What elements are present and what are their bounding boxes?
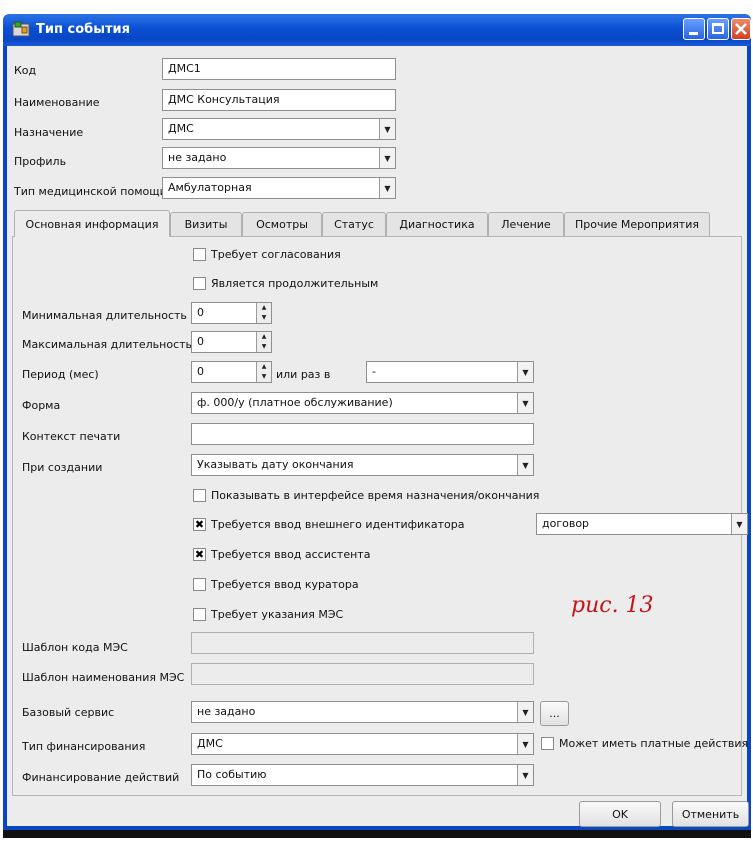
financing-select[interactable]: ДМС ▼ bbox=[191, 733, 534, 755]
min-duration-label: Минимальная длительность bbox=[22, 309, 187, 322]
or-every-label: или раз в bbox=[276, 368, 331, 381]
chevron-down-icon: ▼ bbox=[517, 765, 533, 785]
requires-approval-checkbox[interactable] bbox=[193, 248, 206, 261]
period-spinbox[interactable]: 0 ▲ ▼ bbox=[191, 361, 272, 383]
on-create-select[interactable]: Указывать дату окончания ▼ bbox=[191, 454, 534, 476]
chevron-down-icon: ▼ bbox=[517, 702, 533, 722]
chevron-down-icon: ▼ bbox=[379, 119, 395, 139]
form-select[interactable]: ф. 000/у (платное обслуживание) ▼ bbox=[191, 392, 534, 414]
show-time-label: Показывать в интерфейсе время назначения… bbox=[211, 489, 540, 502]
name-label: Наименование bbox=[14, 96, 100, 109]
print-context-input[interactable] bbox=[191, 423, 534, 445]
on-create-label: При создании bbox=[22, 461, 103, 474]
chevron-down-icon: ▼ bbox=[517, 455, 533, 475]
mes-name-template-input[interactable] bbox=[191, 663, 534, 685]
action-financing-value: По событию bbox=[197, 768, 267, 781]
financing-value: ДМС bbox=[197, 737, 223, 750]
paid-actions-checkbox[interactable] bbox=[541, 737, 554, 750]
ext-id-label: Требуется ввод внешнего идентификатора bbox=[211, 518, 465, 531]
cancel-button[interactable]: Отменить bbox=[672, 801, 749, 827]
window-bottom-edge bbox=[3, 830, 751, 838]
tab-diagnostics[interactable]: Диагностика bbox=[386, 212, 488, 236]
tab-main-info[interactable]: Основная информация bbox=[14, 210, 170, 237]
minimize-button[interactable] bbox=[683, 18, 705, 40]
is-long-checkbox[interactable] bbox=[193, 277, 206, 290]
profile-select[interactable]: не задано ▼ bbox=[162, 147, 396, 169]
ok-button[interactable]: OK bbox=[579, 801, 661, 827]
code-input[interactable]: ДМС1 bbox=[162, 58, 396, 80]
spin-arrows-icon[interactable]: ▲ ▼ bbox=[256, 303, 271, 323]
is-long-label: Является продолжительным bbox=[211, 277, 379, 290]
curator-label: Требуется ввод куратора bbox=[211, 578, 359, 591]
period-label: Период (мес) bbox=[22, 368, 99, 381]
code-label: Код bbox=[14, 64, 37, 77]
requires-approval-label: Требует согласования bbox=[211, 248, 341, 261]
care-type-value: Амбулаторная bbox=[168, 181, 252, 194]
tab-visits[interactable]: Визиты bbox=[170, 212, 242, 236]
form-label: Форма bbox=[22, 399, 61, 412]
max-duration-spinbox[interactable]: 0 ▲ ▼ bbox=[191, 331, 272, 353]
tab-examinations[interactable]: Осмотры bbox=[242, 212, 322, 236]
figure-annotation: рис. 13 bbox=[571, 593, 654, 618]
chevron-down-icon: ▼ bbox=[379, 148, 395, 168]
ext-id-checkbox[interactable]: ✖ bbox=[193, 518, 206, 531]
period-value: 0 bbox=[197, 365, 204, 378]
mes-code-template-label: Шаблон кода МЭС bbox=[22, 641, 128, 654]
min-duration-spinbox[interactable]: 0 ▲ ▼ bbox=[191, 302, 272, 324]
mes-code-template-input[interactable] bbox=[191, 632, 534, 654]
base-service-select[interactable]: не задано ▼ bbox=[191, 701, 534, 723]
times-per-select[interactable]: - ▼ bbox=[366, 361, 534, 383]
maximize-icon bbox=[712, 23, 724, 34]
close-button[interactable] bbox=[731, 18, 751, 40]
tab-treatment[interactable]: Лечение bbox=[488, 212, 564, 236]
print-context-label: Контекст печати bbox=[22, 430, 121, 443]
minimize-icon bbox=[689, 32, 698, 35]
chevron-down-icon: ▼ bbox=[517, 362, 533, 382]
maximize-button[interactable] bbox=[707, 18, 729, 40]
ext-id-type-value: договор bbox=[542, 517, 590, 530]
form-value: ф. 000/у (платное обслуживание) bbox=[197, 396, 393, 409]
spin-arrows-icon[interactable]: ▲ ▼ bbox=[256, 332, 271, 352]
app-icon bbox=[12, 21, 30, 37]
financing-label: Тип финансирования bbox=[22, 740, 146, 753]
tab-other-measures[interactable]: Прочие Мероприятия bbox=[564, 212, 710, 236]
base-service-browse-button[interactable]: ... bbox=[540, 701, 569, 726]
chevron-down-icon: ▼ bbox=[379, 178, 395, 198]
curator-checkbox[interactable] bbox=[193, 578, 206, 591]
min-duration-value: 0 bbox=[197, 306, 204, 319]
purpose-value: ДМС bbox=[168, 122, 194, 135]
times-per-value: - bbox=[372, 365, 376, 378]
close-icon bbox=[735, 23, 747, 35]
assistant-checkbox[interactable]: ✖ bbox=[193, 548, 206, 561]
care-type-select[interactable]: Амбулаторная ▼ bbox=[162, 177, 396, 199]
purpose-select[interactable]: ДМС ▼ bbox=[162, 118, 396, 140]
name-input[interactable]: ДМС Консультация bbox=[162, 89, 396, 111]
assistant-label: Требуется ввод ассистента bbox=[211, 548, 371, 561]
tab-status[interactable]: Статус bbox=[322, 212, 386, 236]
spin-arrows-icon[interactable]: ▲ ▼ bbox=[256, 362, 271, 382]
purpose-label: Назначение bbox=[14, 126, 84, 139]
mes-checkbox[interactable] bbox=[193, 608, 206, 621]
profile-label: Профиль bbox=[14, 155, 67, 168]
mes-name-template-label: Шаблон наименования МЭС bbox=[22, 671, 185, 684]
base-service-value: не задано bbox=[197, 705, 256, 718]
chevron-down-icon: ▼ bbox=[517, 734, 533, 754]
window-title: Тип события bbox=[36, 22, 130, 37]
chevron-down-icon: ▼ bbox=[731, 514, 747, 534]
ext-id-type-select[interactable]: договор ▼ bbox=[536, 513, 748, 535]
max-duration-value: 0 bbox=[197, 335, 204, 348]
mes-label: Требует указания МЭС bbox=[211, 608, 344, 621]
show-time-checkbox[interactable] bbox=[193, 489, 206, 502]
profile-value: не задано bbox=[168, 151, 227, 164]
action-financing-label: Финансирование действий bbox=[22, 771, 180, 784]
care-type-label: Тип медицинской помощи bbox=[14, 185, 167, 198]
on-create-value: Указывать дату окончания bbox=[197, 458, 354, 471]
paid-actions-label: Может иметь платные действия bbox=[559, 737, 749, 750]
action-financing-select[interactable]: По событию ▼ bbox=[191, 764, 534, 786]
base-service-label: Базовый сервис bbox=[22, 706, 115, 719]
max-duration-label: Максимальная длительность bbox=[22, 338, 193, 351]
chevron-down-icon: ▼ bbox=[517, 393, 533, 413]
